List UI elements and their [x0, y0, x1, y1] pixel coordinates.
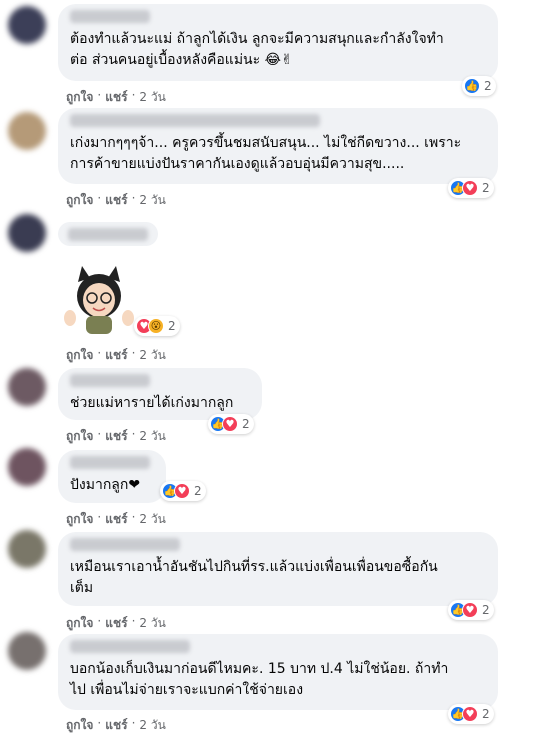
avatar[interactable] — [8, 368, 46, 406]
reaction-summary[interactable]: 👍 2 — [462, 76, 496, 96]
reaction-summary[interactable]: 👍 ♥ 2 — [448, 178, 494, 198]
reaction-summary[interactable]: 👍 ♥ 2 — [208, 414, 254, 434]
separator: · — [97, 716, 102, 730]
love-icon: ♥ — [174, 483, 190, 499]
comment-bubble: เก่งมากๆๆๆจ้า... ครูควรขึ้นชมสนับสนุน...… — [58, 108, 498, 184]
separator: · — [131, 614, 136, 628]
commenter-name-redacted[interactable] — [70, 456, 150, 469]
comment-actions: ถูกใจ · แชร์ · 2 วัน — [66, 427, 166, 446]
timestamp[interactable]: 2 วัน — [139, 510, 165, 529]
avatar[interactable] — [8, 448, 46, 486]
avatar[interactable] — [8, 632, 46, 670]
timestamp[interactable]: 2 วัน — [139, 191, 165, 210]
reaction-summary[interactable]: 👍 ♥ 2 — [448, 704, 494, 724]
timestamp[interactable]: 2 วัน — [139, 346, 165, 365]
timestamp[interactable]: 2 วัน — [139, 716, 165, 734]
separator: · — [131, 191, 136, 205]
separator: · — [131, 716, 136, 730]
sticker-image — [64, 266, 134, 334]
reaction-count: 2 — [242, 417, 250, 431]
commenter-name-redacted[interactable] — [68, 228, 148, 241]
share-action[interactable]: แชร์ — [105, 427, 127, 446]
separator: · — [131, 346, 136, 360]
timestamp[interactable]: 2 วัน — [139, 614, 165, 633]
comment-text: บอกน้องเก็บเงินมาก่อนดีไหมคะ. 15 บาท ป.4… — [70, 661, 449, 698]
commenter-name-redacted[interactable] — [70, 374, 150, 387]
reaction-summary[interactable]: ♥ 😮 2 — [134, 316, 180, 336]
like-action[interactable]: ถูกใจ — [66, 716, 93, 734]
like-action[interactable]: ถูกใจ — [66, 191, 93, 210]
reaction-count: 2 — [484, 79, 492, 93]
reaction-count: 2 — [168, 319, 176, 333]
comment-text: ต้องทำแล้วนะแม่ ถ้าลูกได้เงิน ลูกจะมีควา… — [70, 31, 444, 68]
separator: · — [97, 427, 102, 441]
separator: · — [97, 510, 102, 524]
comment-bubble: ปังมากลูก❤ — [58, 450, 166, 503]
comment-actions: ถูกใจ · แชร์ · 2 วัน — [66, 510, 166, 529]
separator: · — [97, 88, 102, 102]
reaction-summary[interactable]: 👍 ♥ 2 — [160, 481, 206, 501]
wow-icon: 😮 — [148, 318, 164, 334]
avatar[interactable] — [8, 214, 46, 252]
like-action[interactable]: ถูกใจ — [66, 346, 93, 365]
like-action[interactable]: ถูกใจ — [66, 510, 93, 529]
share-action[interactable]: แชร์ — [105, 614, 127, 633]
comment-bubble — [58, 222, 158, 246]
reaction-count: 2 — [482, 181, 490, 195]
commenter-name-redacted[interactable] — [70, 640, 190, 653]
comment-actions: ถูกใจ · แชร์ · 2 วัน — [66, 716, 166, 734]
comment-actions: ถูกใจ · แชร์ · 2 วัน — [66, 614, 166, 633]
commenter-name-redacted[interactable] — [70, 114, 320, 127]
comment-text: เหมือนเราเอาน้ำอันชันไปกินที่รร.แล้วแบ่ง… — [70, 559, 438, 596]
like-action[interactable]: ถูกใจ — [66, 427, 93, 446]
like-action[interactable]: ถูกใจ — [66, 614, 93, 633]
separator: · — [131, 88, 136, 102]
reaction-count: 2 — [194, 484, 202, 498]
commenter-name-redacted[interactable] — [70, 10, 150, 23]
love-icon: ♥ — [222, 416, 238, 432]
love-icon: ♥ — [462, 602, 478, 618]
comment-bubble: เหมือนเราเอาน้ำอันชันไปกินที่รร.แล้วแบ่ง… — [58, 532, 498, 606]
timestamp[interactable]: 2 วัน — [139, 427, 165, 446]
shirt — [86, 316, 112, 334]
timestamp[interactable]: 2 วัน — [139, 88, 165, 107]
comment-bubble: ช่วยแม่หารายได้เก่งมากลูก — [58, 368, 262, 420]
comment-actions: ถูกใจ · แชร์ · 2 วัน — [66, 191, 166, 210]
love-icon: ♥ — [462, 706, 478, 722]
avatar[interactable] — [8, 6, 46, 44]
avatar[interactable] — [8, 530, 46, 568]
share-action[interactable]: แชร์ — [105, 191, 127, 210]
comment-bubble: ต้องทำแล้วนะแม่ ถ้าลูกได้เงิน ลูกจะมีควา… — [58, 4, 498, 81]
comment-text: ปังมากลูก❤ — [70, 477, 141, 493]
commenter-name-redacted[interactable] — [70, 538, 180, 551]
thumb-right — [122, 310, 134, 326]
share-action[interactable]: แชร์ — [105, 88, 127, 107]
share-action[interactable]: แชร์ — [105, 346, 127, 365]
share-action[interactable]: แชร์ — [105, 510, 127, 529]
like-icon: 👍 — [464, 78, 480, 94]
thumb-left — [64, 310, 76, 326]
comment-actions: ถูกใจ · แชร์ · 2 วัน — [66, 346, 166, 365]
separator: · — [97, 191, 102, 205]
separator: · — [131, 510, 136, 524]
comment-text: เก่งมากๆๆๆจ้า... ครูควรขึ้นชมสนับสนุน...… — [70, 135, 462, 172]
separator: · — [97, 614, 102, 628]
love-icon: ♥ — [462, 180, 478, 196]
comment-bubble: บอกน้องเก็บเงินมาก่อนดีไหมคะ. 15 บาท ป.4… — [58, 634, 498, 710]
comment-actions: ถูกใจ · แชร์ · 2 วัน — [66, 88, 166, 107]
reaction-count: 2 — [482, 603, 490, 617]
like-action[interactable]: ถูกใจ — [66, 88, 93, 107]
avatar[interactable] — [8, 112, 46, 150]
reaction-summary[interactable]: 👍 ♥ 2 — [448, 600, 494, 620]
reaction-count: 2 — [482, 707, 490, 721]
share-action[interactable]: แชร์ — [105, 716, 127, 734]
separator: · — [131, 427, 136, 441]
comment-text: ช่วยแม่หารายได้เก่งมากลูก — [70, 395, 234, 411]
separator: · — [97, 346, 102, 360]
